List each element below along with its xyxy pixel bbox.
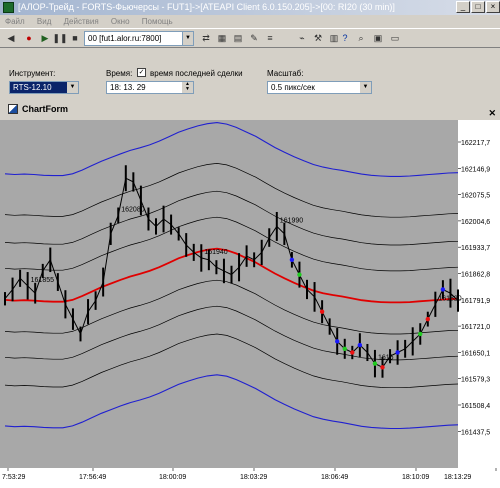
data-icon[interactable]: ▣ xyxy=(371,31,385,45)
connection-value: 00 [fut1.alor.ru:7800] xyxy=(88,34,162,43)
price-chart: 161855 162080 161940 161990 161820 1615 162217… xyxy=(0,120,500,488)
y-tick-label: 162217,7 xyxy=(461,140,490,147)
chevron-down-icon: ▼ xyxy=(67,82,78,93)
trade-marker xyxy=(335,339,340,344)
chevron-down-icon: ▼ xyxy=(182,32,193,45)
menu-actions[interactable]: Действия xyxy=(59,15,104,28)
price-annotation: 161820 xyxy=(438,295,461,302)
instrument-select[interactable]: RTS-12.10 ▼ xyxy=(9,81,79,94)
instrument-label: Инструмент: xyxy=(9,69,56,78)
y-tick-label: 162004,6 xyxy=(461,219,490,226)
record-icon[interactable]: ● xyxy=(22,31,36,45)
trade-marker xyxy=(342,346,347,351)
scale-select[interactable]: 0.5 пикс/сек ▼ xyxy=(267,81,372,94)
trade-marker xyxy=(380,365,385,370)
x-tick-label: 18:13:29 xyxy=(444,474,471,481)
trade-marker xyxy=(418,331,423,337)
table-icon[interactable]: ▦ xyxy=(215,31,229,45)
x-tick-label: 18:03:29 xyxy=(240,474,267,481)
time-value: 18: 13. 29 xyxy=(110,83,146,92)
y-tick-label: 162075,5 xyxy=(461,193,490,200)
y-tick-label: 161791,9 xyxy=(461,298,490,305)
last-trade-checkbox[interactable]: ✓ xyxy=(137,68,146,77)
menu-bar: Файл Вид Действия Окно Помощь xyxy=(0,15,500,28)
y-tick-label: 161721,0 xyxy=(461,324,490,331)
price-annotation: 162080 xyxy=(121,206,144,213)
x-tick-label: 18:10:09 xyxy=(402,474,429,481)
list-icon[interactable]: ≡ xyxy=(263,31,277,45)
price-annotation: 161990 xyxy=(280,217,303,224)
zoom-icon[interactable]: ⌕ xyxy=(354,31,368,45)
y-tick-label: 161933,7 xyxy=(461,245,490,252)
spinner-icon[interactable]: ▲ ▼ xyxy=(182,82,193,93)
edit-icon[interactable]: ✎ xyxy=(247,31,261,45)
app-window: [АЛОР-Трейд - FORTS-Фьючерсы - FUT1]->[A… xyxy=(0,0,500,488)
instrument-value: RTS-12.10 xyxy=(13,83,52,92)
stop-icon[interactable]: ■ xyxy=(68,31,82,45)
trade-marker xyxy=(289,257,295,263)
params-panel: Инструмент: RTS-12.10 ▼ Время: 18: 13. 2… xyxy=(0,48,500,99)
y-tick-label: 161862,8 xyxy=(461,272,490,279)
help-icon[interactable]: ? xyxy=(338,31,352,45)
y-tick-label: 161508,4 xyxy=(461,403,490,410)
maximize-button[interactable]: □ xyxy=(471,1,485,13)
tool-icon[interactable]: ⚒ xyxy=(311,31,325,45)
trade-marker xyxy=(395,350,400,355)
close-icon[interactable]: ✕ xyxy=(488,106,496,121)
trade-marker xyxy=(350,350,355,355)
time-check-label: время последней сделки xyxy=(150,69,243,78)
play-icon[interactable]: ▶ xyxy=(38,31,52,45)
pause-icon[interactable]: ❚❚ xyxy=(52,31,67,45)
price-annotation: 1615 xyxy=(378,355,394,362)
x-tick-label: 7:53:29 xyxy=(2,474,25,481)
trade-marker xyxy=(425,316,430,322)
minimize-button[interactable]: _ xyxy=(456,1,470,13)
table2-icon[interactable]: ▤ xyxy=(231,31,245,45)
app-icon xyxy=(3,2,14,13)
scale-label: Масштаб: xyxy=(267,69,304,78)
menu-file[interactable]: Файл xyxy=(0,15,30,28)
back-icon[interactable]: ◀ xyxy=(4,31,18,45)
toolbar: ◀ ● ▶ ❚❚ ■ 00 [fut1.alor.ru:7800] ▼ ⇄ ▦ … xyxy=(0,28,500,48)
price-annotation: 161940 xyxy=(204,249,227,256)
close-button[interactable]: × xyxy=(486,1,500,13)
chartform-title: ChartForm xyxy=(22,104,69,114)
y-tick-label: 162146,9 xyxy=(461,166,490,173)
trade-marker xyxy=(319,309,325,314)
price-annotation: 161855 xyxy=(31,277,54,284)
chevron-down-icon: ▼ xyxy=(360,82,371,93)
trade-marker xyxy=(372,361,378,366)
trade-marker xyxy=(440,287,446,292)
menu-view[interactable]: Вид xyxy=(32,15,56,28)
x-tick-label: 17:56:49 xyxy=(79,474,106,481)
trade-marker xyxy=(297,272,302,277)
chartform-title-bar: ChartForm ✕ xyxy=(0,102,500,118)
plot-area xyxy=(0,120,458,468)
connect-icon[interactable]: ⇄ xyxy=(199,31,213,45)
window-title: [АЛОР-Трейд - FORTS-Фьючерсы - FUT1]->[A… xyxy=(18,2,395,12)
menu-help[interactable]: Помощь xyxy=(137,15,178,28)
menu-window[interactable]: Окно xyxy=(106,15,135,28)
time-label: Время: xyxy=(106,69,133,78)
trade-marker xyxy=(357,342,363,348)
y-tick-label: 161650,1 xyxy=(461,350,490,357)
time-input[interactable]: 18: 13. 29 ▲ ▼ xyxy=(106,81,194,94)
title-bar: [АЛОР-Трейд - FORTS-Фьючерсы - FUT1]->[A… xyxy=(0,0,500,15)
chart-form-icon xyxy=(8,104,18,114)
window-icon[interactable]: ▭ xyxy=(388,31,402,45)
scale-value: 0.5 пикс/сек xyxy=(271,83,315,92)
connection-select[interactable]: 00 [fut1.alor.ru:7800] ▼ xyxy=(84,31,194,46)
x-tick-label: 18:06:49 xyxy=(321,474,348,481)
y-tick-label: 161437,5 xyxy=(461,429,490,436)
x-tick-label: 18:00:09 xyxy=(159,474,186,481)
chart-icon[interactable]: ⌁ xyxy=(295,31,309,45)
y-tick-label: 161579,3 xyxy=(461,377,490,384)
